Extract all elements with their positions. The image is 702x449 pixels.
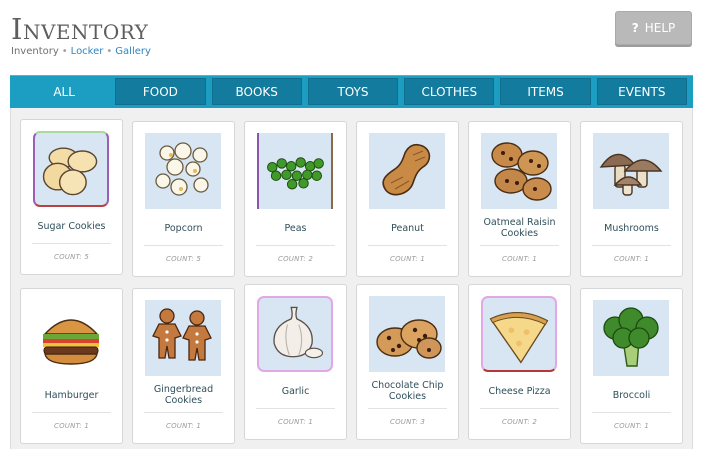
divider xyxy=(592,412,671,413)
inventory-item-peanut[interactable]: Peanut COUNT: 1 xyxy=(356,121,459,277)
item-count: COUNT: 1 xyxy=(613,422,650,430)
divider xyxy=(144,412,223,413)
mushrooms-icon xyxy=(593,133,669,209)
item-count: COUNT: 2 xyxy=(501,418,538,426)
item-name: Peas xyxy=(284,222,307,234)
tab-label: EVENTS xyxy=(618,84,666,99)
item-name: Chocolate Chip Cookies xyxy=(371,380,444,402)
item-name: Mushrooms xyxy=(604,222,659,234)
breadcrumb-current: Inventory xyxy=(11,46,59,57)
peas-icon xyxy=(257,133,333,209)
question-mark-icon: ? xyxy=(631,21,639,35)
divider xyxy=(368,245,447,246)
sugar-cookies-icon xyxy=(33,131,109,207)
tab-label: ITEMS xyxy=(527,84,564,99)
item-count: COUNT: 1 xyxy=(389,255,426,263)
category-tabbar: ALL FOOD BOOKS TOYS CLOTHES ITEMS EVENTS xyxy=(10,75,693,108)
tab-books[interactable]: BOOKS xyxy=(211,78,302,105)
breadcrumb-separator: • xyxy=(106,46,113,57)
item-count: COUNT: 1 xyxy=(613,255,650,263)
item-name: Popcorn xyxy=(164,222,203,234)
divider xyxy=(144,245,223,246)
inventory-item-sugar-cookies[interactable]: Sugar Cookies COUNT: 5 xyxy=(20,119,123,275)
oatmeal-cookies-icon xyxy=(481,133,557,209)
broccoli-icon xyxy=(593,300,669,376)
divider xyxy=(480,245,559,246)
inventory-item-broccoli[interactable]: Broccoli COUNT: 1 xyxy=(580,288,683,444)
item-name: Broccoli xyxy=(612,389,651,401)
tab-label: CLOTHES xyxy=(421,84,478,99)
divider xyxy=(480,408,559,409)
inventory-item-popcorn[interactable]: Popcorn COUNT: 5 xyxy=(132,121,235,277)
page-title-text: Inventory xyxy=(11,12,149,46)
item-name: Gingerbread Cookies xyxy=(153,384,214,406)
item-count: COUNT: 1 xyxy=(53,422,90,430)
inventory-item-gingerbread-cookies[interactable]: Gingerbread Cookies COUNT: 1 xyxy=(132,288,235,444)
breadcrumb-separator: • xyxy=(61,46,68,57)
cheese-pizza-icon xyxy=(481,296,557,372)
inventory-item-chocolate-chip-cookies[interactable]: Chocolate Chip Cookies COUNT: 3 xyxy=(356,284,459,440)
item-count: COUNT: 5 xyxy=(53,253,90,261)
item-name: Hamburger xyxy=(44,389,99,401)
tab-label: ALL xyxy=(53,84,75,99)
item-name: Peanut xyxy=(391,222,424,234)
divider xyxy=(32,243,111,244)
inventory-item-peas[interactable]: Peas COUNT: 2 xyxy=(244,121,347,277)
tab-label: BOOKS xyxy=(235,84,278,99)
tab-all[interactable]: ALL xyxy=(19,78,110,105)
breadcrumb-link-gallery[interactable]: Gallery xyxy=(115,46,151,57)
tab-label: FOOD xyxy=(142,84,178,99)
tab-clothes[interactable]: CLOTHES xyxy=(404,78,495,105)
item-name: Oatmeal Raisin Cookies xyxy=(483,217,556,239)
peanut-icon xyxy=(369,133,445,209)
tab-food[interactable]: FOOD xyxy=(115,78,206,105)
item-count: COUNT: 5 xyxy=(165,255,202,263)
inventory-item-mushrooms[interactable]: Mushrooms COUNT: 1 xyxy=(580,121,683,277)
breadcrumb-link-locker[interactable]: Locker xyxy=(71,46,104,57)
gingerbread-icon xyxy=(145,300,221,376)
divider xyxy=(256,408,335,409)
item-name: Sugar Cookies xyxy=(37,220,106,232)
garlic-icon xyxy=(257,296,333,372)
item-count: COUNT: 1 xyxy=(165,422,202,430)
tab-label: TOYS xyxy=(337,84,369,99)
breadcrumb: Inventory • Locker • Gallery xyxy=(11,46,151,57)
tab-items[interactable]: ITEMS xyxy=(500,78,591,105)
chocolate-chip-icon xyxy=(369,296,445,372)
inventory-grid: Sugar Cookies COUNT: 5 Popcorn COUNT: 5 … xyxy=(10,108,693,449)
inventory-item-oatmeal-raisin-cookies[interactable]: Oatmeal Raisin Cookies COUNT: 1 xyxy=(468,121,571,277)
tab-events[interactable]: EVENTS xyxy=(596,78,687,105)
tab-toys[interactable]: TOYS xyxy=(307,78,399,105)
help-button[interactable]: ? HELP xyxy=(615,11,692,45)
popcorn-icon xyxy=(145,133,221,209)
item-count: COUNT: 2 xyxy=(277,255,314,263)
divider xyxy=(32,412,111,413)
divider xyxy=(592,245,671,246)
page-title: Inventory xyxy=(11,12,148,46)
item-count: COUNT: 1 xyxy=(277,418,314,426)
hamburger-icon xyxy=(33,300,109,376)
item-count: COUNT: 1 xyxy=(501,255,538,263)
item-name: Garlic xyxy=(281,385,310,397)
inventory-item-hamburger[interactable]: Hamburger COUNT: 1 xyxy=(20,288,123,444)
item-name: Cheese Pizza xyxy=(488,385,551,397)
inventory-item-cheese-pizza[interactable]: Cheese Pizza COUNT: 2 xyxy=(468,284,571,440)
help-button-label: HELP xyxy=(644,21,676,35)
divider xyxy=(256,245,335,246)
divider xyxy=(368,408,447,409)
inventory-item-garlic[interactable]: Garlic COUNT: 1 xyxy=(244,284,347,440)
item-count: COUNT: 3 xyxy=(389,418,426,426)
